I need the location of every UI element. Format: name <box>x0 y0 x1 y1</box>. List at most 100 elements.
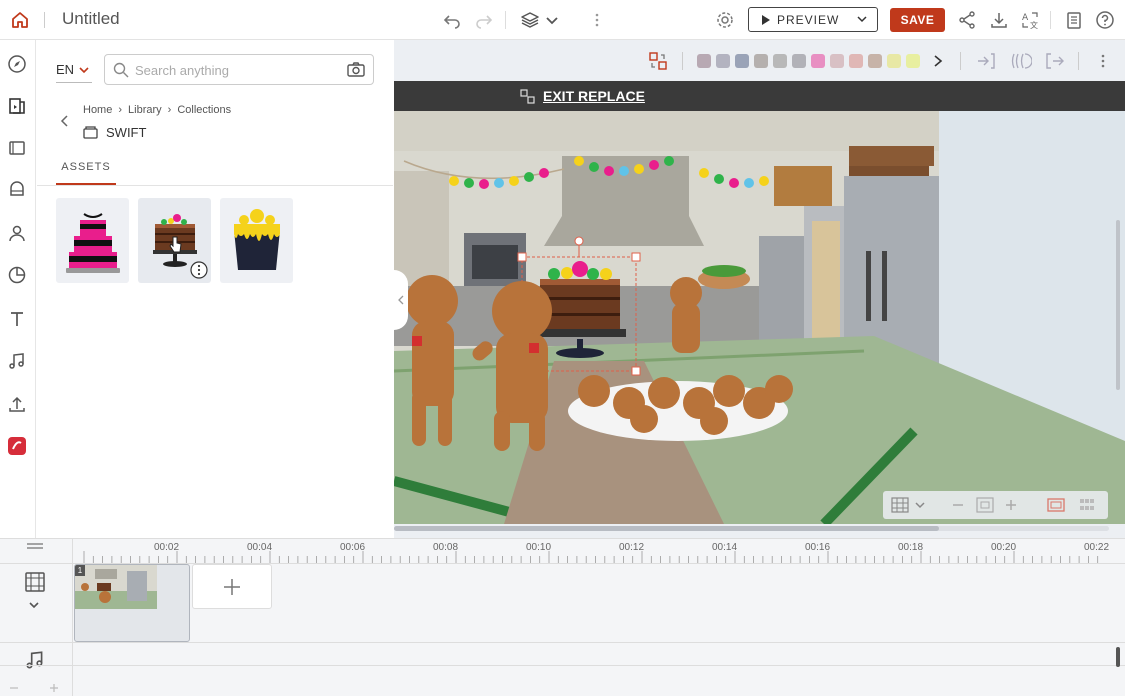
cursor-hand-icon <box>169 236 182 253</box>
breadcrumb-collections[interactable]: Collections <box>177 104 231 116</box>
ruler-tick-label: 00:10 <box>526 542 552 553</box>
layout-grid-icon[interactable] <box>1079 497 1095 513</box>
ruler-tick-label: 00:08 <box>433 542 459 553</box>
scenes-icon[interactable] <box>6 137 28 159</box>
grid-icon[interactable] <box>891 497 909 513</box>
top-bar: Untitled PREVIEW SAVE A 文 <box>0 0 1125 40</box>
color-swatch[interactable] <box>754 54 768 68</box>
color-swatch[interactable] <box>697 54 711 68</box>
exit-replace-link[interactable]: EXIT REPLACE <box>543 88 645 104</box>
color-swatch[interactable] <box>849 54 863 68</box>
search-box[interactable] <box>104 54 374 85</box>
chevron-down-icon[interactable] <box>27 599 41 611</box>
gear-icon[interactable] <box>713 8 737 32</box>
breadcrumb-home[interactable]: Home <box>83 104 112 116</box>
separator <box>44 12 45 28</box>
redo-icon[interactable] <box>472 8 496 32</box>
more-vertical-icon[interactable] <box>1095 52 1111 70</box>
color-swatch[interactable] <box>868 54 882 68</box>
music-icon[interactable] <box>6 350 28 372</box>
chevron-right-icon[interactable] <box>931 54 945 68</box>
library-icon[interactable] <box>6 95 28 117</box>
breadcrumb-library[interactable]: Library <box>128 104 162 116</box>
safe-area-icon[interactable] <box>1047 497 1065 513</box>
vertical-scrollbar[interactable] <box>1116 220 1120 390</box>
color-swatch[interactable] <box>773 54 787 68</box>
language-select[interactable]: EN <box>56 62 90 77</box>
divider <box>37 185 393 186</box>
preview-button[interactable]: PREVIEW <box>748 7 878 32</box>
exit-icon[interactable] <box>1045 52 1065 70</box>
color-swatch[interactable] <box>887 54 901 68</box>
asset-tiered-cake[interactable] <box>56 198 129 283</box>
compass-icon[interactable] <box>6 53 28 75</box>
help-icon[interactable] <box>1093 8 1117 32</box>
color-swatch[interactable] <box>811 54 825 68</box>
save-button[interactable]: SAVE <box>890 8 945 32</box>
folder-icon <box>83 126 98 139</box>
layers-icon[interactable] <box>518 8 542 32</box>
zoom-out-icon[interactable] <box>951 498 965 512</box>
motion-icon[interactable] <box>1010 52 1032 70</box>
ruler-tick-label: 00:12 <box>619 542 645 553</box>
home-icon[interactable] <box>8 8 32 32</box>
fit-screen-icon[interactable] <box>976 497 994 513</box>
color-swatch[interactable] <box>792 54 806 68</box>
timeline-scroll-handle[interactable] <box>1116 647 1120 667</box>
kitchen-scene-illustration <box>394 111 1125 524</box>
app-root: Untitled PREVIEW SAVE A 文 EN Search anyt… <box>0 0 1125 696</box>
upload-icon[interactable] <box>6 393 28 415</box>
chevron-down-icon <box>79 66 89 73</box>
film-icon[interactable] <box>24 571 46 593</box>
color-swatch[interactable] <box>906 54 920 68</box>
zoom-in-icon[interactable] <box>1004 498 1018 512</box>
back-chevron-icon[interactable] <box>59 114 71 128</box>
color-swatch[interactable] <box>735 54 749 68</box>
notes-icon[interactable] <box>1062 8 1086 32</box>
zoom-out-timeline-icon[interactable] <box>8 682 20 694</box>
scrollbar-thumb[interactable] <box>394 526 939 531</box>
translate-icon[interactable]: A文 <box>1018 8 1042 32</box>
document-title[interactable]: Untitled <box>62 9 120 29</box>
plugin-app-icon[interactable] <box>6 435 28 457</box>
collapse-panel-handle[interactable] <box>394 270 408 330</box>
horizontal-scrollbar[interactable] <box>394 526 1109 531</box>
tab-assets[interactable]: ASSETS <box>56 161 116 185</box>
ruler-ticks <box>83 551 1099 563</box>
download-icon[interactable] <box>987 8 1011 32</box>
scene-clip[interactable]: 1 <box>74 564 190 642</box>
color-swatch[interactable] <box>830 54 844 68</box>
chart-icon[interactable] <box>6 264 28 286</box>
drag-handle-icon[interactable] <box>26 542 44 550</box>
search-icon <box>113 62 129 78</box>
language-label: EN <box>56 62 75 77</box>
search-input[interactable] <box>135 61 335 79</box>
enter-icon[interactable] <box>976 52 996 70</box>
color-swatch[interactable] <box>716 54 730 68</box>
camera-icon[interactable] <box>347 61 365 79</box>
timeline-ruler[interactable]: 00:02 00:04 00:06 00:08 00:10 00:12 00:14 00:16… <box>74 539 1125 563</box>
add-scene-button[interactable] <box>192 564 272 609</box>
swap-icon[interactable] <box>648 51 668 71</box>
text-icon[interactable] <box>6 308 28 330</box>
chevron-down-icon[interactable] <box>913 498 927 512</box>
canvas-toolbar <box>394 40 1125 82</box>
music-icon[interactable] <box>24 649 46 671</box>
ruler-tick-label: 00:18 <box>898 542 924 553</box>
asset-options-icon[interactable] <box>190 261 208 279</box>
undo-icon[interactable] <box>440 8 464 32</box>
chevron-down-icon[interactable] <box>855 12 869 26</box>
ruler-tick-label: 00:04 <box>247 542 273 553</box>
chevron-down-icon[interactable] <box>540 8 564 32</box>
scene-canvas[interactable] <box>394 111 1125 524</box>
share-icon[interactable] <box>955 8 979 32</box>
asset-drip-cake[interactable] <box>220 198 293 283</box>
timeline-divider <box>0 665 1125 666</box>
svg-text:A: A <box>1022 13 1029 23</box>
zoom-tools <box>883 491 1108 519</box>
zoom-in-timeline-icon[interactable] <box>48 682 60 694</box>
character-icon[interactable] <box>6 222 28 244</box>
more-vertical-icon[interactable] <box>585 8 609 32</box>
asset-chocolate-cake[interactable] <box>138 198 211 283</box>
props-icon[interactable] <box>6 179 28 201</box>
